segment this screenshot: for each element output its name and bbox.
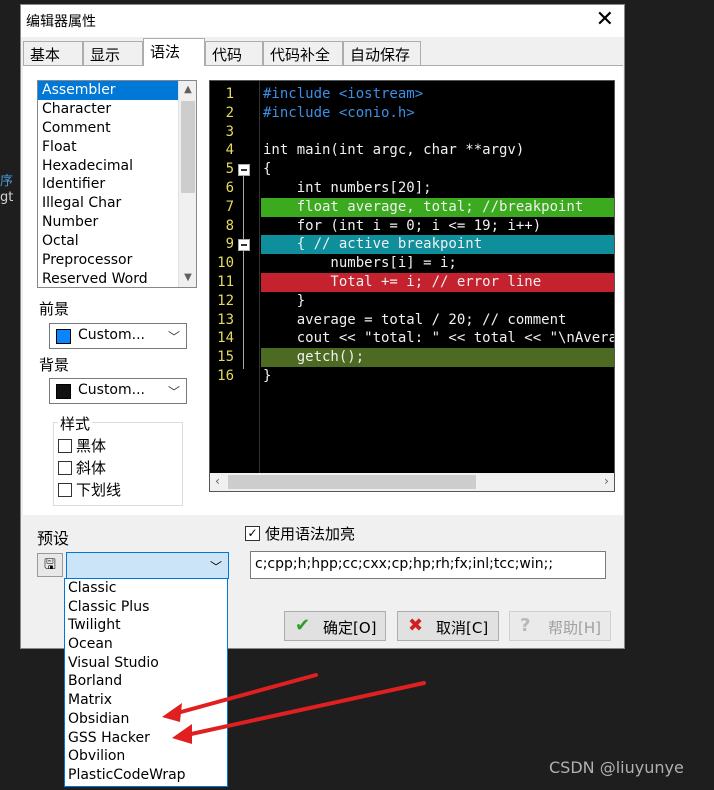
arrow-head [162,703,182,722]
arrow-head [172,724,192,744]
annotation-arrow [180,681,426,738]
annotation-arrow [168,673,318,717]
annotation-arrows [162,673,426,744]
